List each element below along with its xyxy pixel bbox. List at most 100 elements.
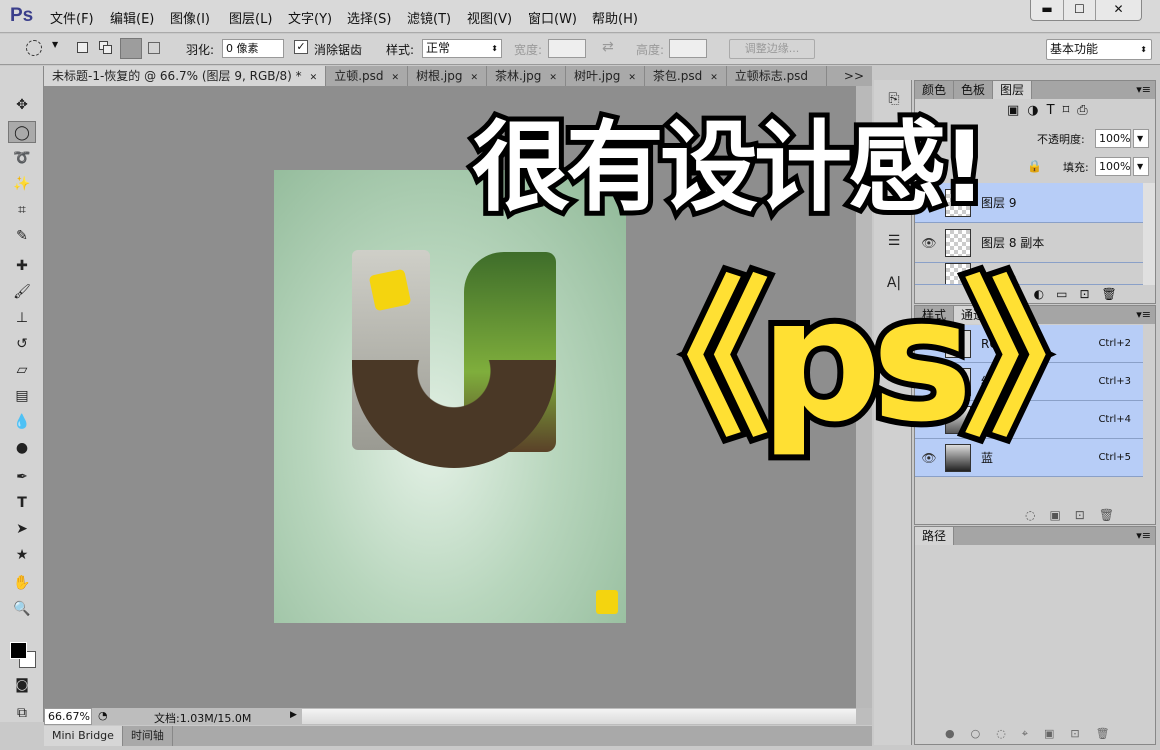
style-select[interactable]: 正常 ⬍ [422, 39, 502, 58]
lipton-tag-image [368, 268, 412, 312]
layers-scrollbar[interactable] [1143, 183, 1155, 285]
close-tab-icon[interactable]: ✕ [470, 73, 478, 83]
feather-input[interactable]: 0 像素 [222, 39, 284, 58]
menu-bar: Ps 文件(F) 编辑(E) 图像(I) 图层(L) 文字(Y) 选择(S) 滤… [0, 0, 1160, 33]
tab-paths[interactable]: 路径 [915, 527, 955, 545]
menu-help[interactable]: 帮助(H) [592, 8, 638, 27]
move-tool-icon[interactable]: ✥ [8, 94, 36, 116]
menu-type[interactable]: 文字(Y) [288, 8, 332, 27]
zoom-level-input[interactable]: 66.67% [44, 708, 92, 725]
opacity-dropdown-icon[interactable]: ▼ [1133, 129, 1149, 148]
opacity-input[interactable]: 100% [1095, 129, 1131, 148]
clone-stamp-tool-icon[interactable]: ⊥ [8, 307, 36, 329]
panel-menu-icon[interactable]: ▾≡ [1136, 83, 1151, 96]
tool-preset-dropdown-icon[interactable]: ▼ [52, 40, 58, 49]
menu-select[interactable]: 选择(S) [347, 8, 391, 27]
tab-document-2[interactable]: 立顿.psd ✕ [326, 66, 409, 86]
healing-brush-tool-icon[interactable]: ✚ [8, 255, 36, 277]
layer-filter-icons[interactable]: ▣◑T⌑⎙ [1007, 103, 1096, 118]
menu-edit[interactable]: 编辑(E) [110, 8, 154, 27]
subtract-from-selection-icon[interactable] [120, 38, 142, 59]
blur-tool-icon[interactable]: 💧 [8, 411, 36, 433]
foreground-color-swatch[interactable] [10, 642, 27, 659]
menu-file[interactable]: 文件(F) [50, 8, 94, 27]
history-brush-tool-icon[interactable]: ↺ [8, 333, 36, 355]
style-label: 样式: [386, 43, 415, 57]
bottom-panel-tabs: Mini Bridge 时间轴 [44, 726, 872, 746]
paths-panel: 路径 ▾≡ ●○◌⌖▣⊡🗑 [914, 526, 1156, 745]
minimize-button[interactable]: ▬ [1031, 0, 1063, 20]
tab-document-1[interactable]: 未标题-1-恢复的 @ 66.7% (图层 9, RGB/8) * ✕ [44, 66, 327, 86]
photoshop-logo: Ps [10, 5, 34, 26]
pen-tool-icon[interactable]: ✒ [8, 466, 36, 488]
fill-input[interactable]: 100% [1095, 157, 1131, 176]
tabs-overflow-button[interactable]: >> [836, 66, 872, 86]
overlay-caption-line1: 很有设计感! [467, 106, 992, 230]
menu-filter[interactable]: 滤镜(T) [407, 8, 451, 27]
path-actions-icons[interactable]: ●○◌⌖▣⊡🗑 [945, 727, 1126, 741]
channel-actions-icons[interactable]: ◌▣⊡🗑 [1025, 508, 1128, 522]
tab-document-7[interactable]: 立顿标志.psd [727, 66, 827, 86]
status-icon[interactable]: ◔ [98, 709, 108, 722]
menu-image[interactable]: 图像(I) [170, 8, 210, 27]
tab-document-5[interactable]: 树叶.jpg ✕ [566, 66, 645, 86]
lipton-logo-image [596, 590, 618, 614]
horizontal-scrollbar[interactable] [302, 709, 856, 724]
zoom-tool-icon[interactable]: 🔍 [8, 598, 36, 620]
lasso-tool-icon[interactable]: ➰ [8, 147, 36, 169]
overlay-caption-line2: 《ps》 [594, 256, 1139, 466]
tab-document-3[interactable]: 树根.jpg ✕ [408, 66, 488, 86]
elliptical-marquee-tool-icon[interactable]: ◯ [8, 121, 36, 143]
document-tabs: 未标题-1-恢复的 @ 66.7% (图层 9, RGB/8) * ✕ 立顿.ps… [44, 66, 872, 86]
close-tab-icon[interactable]: ✕ [310, 73, 318, 83]
hand-tool-icon[interactable]: ✋ [8, 572, 36, 594]
path-selection-tool-icon[interactable]: ➤ [8, 518, 36, 540]
close-tab-icon[interactable]: ✕ [710, 73, 718, 83]
feather-label: 羽化: [186, 43, 215, 57]
quick-mask-icon[interactable]: ◙ [8, 674, 36, 696]
menu-layer[interactable]: 图层(L) [229, 8, 272, 27]
tab-layers[interactable]: 图层 [993, 81, 1033, 99]
close-tab-icon[interactable]: ✕ [549, 73, 557, 83]
magic-wand-tool-icon[interactable]: ✨ [8, 173, 36, 195]
height-input[interactable] [669, 39, 707, 58]
tab-timeline[interactable]: 时间轴 [123, 726, 173, 746]
eraser-tool-icon[interactable]: ▱ [8, 359, 36, 381]
close-button[interactable]: ✕ [1095, 0, 1141, 20]
refine-edge-button[interactable]: 调整边缘... [729, 39, 815, 59]
close-tab-icon[interactable]: ✕ [392, 73, 400, 83]
height-label: 高度: [636, 43, 665, 57]
swap-icon[interactable]: ⇄ [602, 39, 614, 55]
fill-dropdown-icon[interactable]: ▼ [1133, 157, 1149, 176]
dodge-tool-icon[interactable]: ● [8, 437, 36, 459]
crop-tool-icon[interactable]: ⌗ [8, 199, 36, 221]
tab-document-4[interactable]: 茶林.jpg ✕ [487, 66, 566, 86]
gradient-tool-icon[interactable]: ▤ [8, 385, 36, 407]
close-tab-icon[interactable]: ✕ [628, 73, 636, 83]
type-tool-icon[interactable]: T [8, 492, 36, 514]
document-size-text: 文档:1.03M/15.0M [154, 712, 252, 725]
intersect-selection-icon[interactable] [148, 42, 160, 54]
add-to-selection-icon[interactable] [99, 41, 113, 55]
antialias-checkbox[interactable]: ✓ [294, 40, 308, 54]
tab-document-6[interactable]: 茶包.psd ✕ [645, 66, 727, 86]
shape-tool-icon[interactable]: ★ [8, 544, 36, 566]
opacity-label: 不透明度: [1037, 133, 1085, 146]
screen-mode-icon[interactable]: ⧉ [8, 702, 36, 724]
lock-icon[interactable]: 🔒 [1027, 159, 1042, 173]
eyedropper-tool-icon[interactable]: ✎ [8, 225, 36, 247]
maximize-button[interactable]: ☐ [1063, 0, 1095, 20]
elliptical-marquee-icon[interactable] [26, 40, 42, 56]
panel-menu-icon[interactable]: ▾≡ [1136, 308, 1151, 321]
menu-view[interactable]: 视图(V) [467, 8, 512, 27]
width-input[interactable] [548, 39, 586, 58]
panel-menu-icon[interactable]: ▾≡ [1136, 529, 1151, 542]
workspace-select[interactable]: 基本功能 ⬍ [1046, 39, 1152, 60]
brush-tool-icon[interactable]: 🖌 [8, 281, 36, 303]
tab-mini-bridge[interactable]: Mini Bridge [44, 726, 123, 746]
new-selection-icon[interactable] [77, 42, 88, 53]
status-menu-arrow-icon[interactable]: ▶ [290, 710, 297, 720]
tools-panel: ✥ ◯ ➰ ✨ ⌗ ✎ ✚ 🖌 ⊥ ↺ ▱ ▤ 💧 ● ✒ T ➤ ★ ✋ 🔍 … [0, 66, 44, 722]
document-image[interactable] [274, 170, 626, 623]
menu-window[interactable]: 窗口(W) [528, 8, 577, 27]
